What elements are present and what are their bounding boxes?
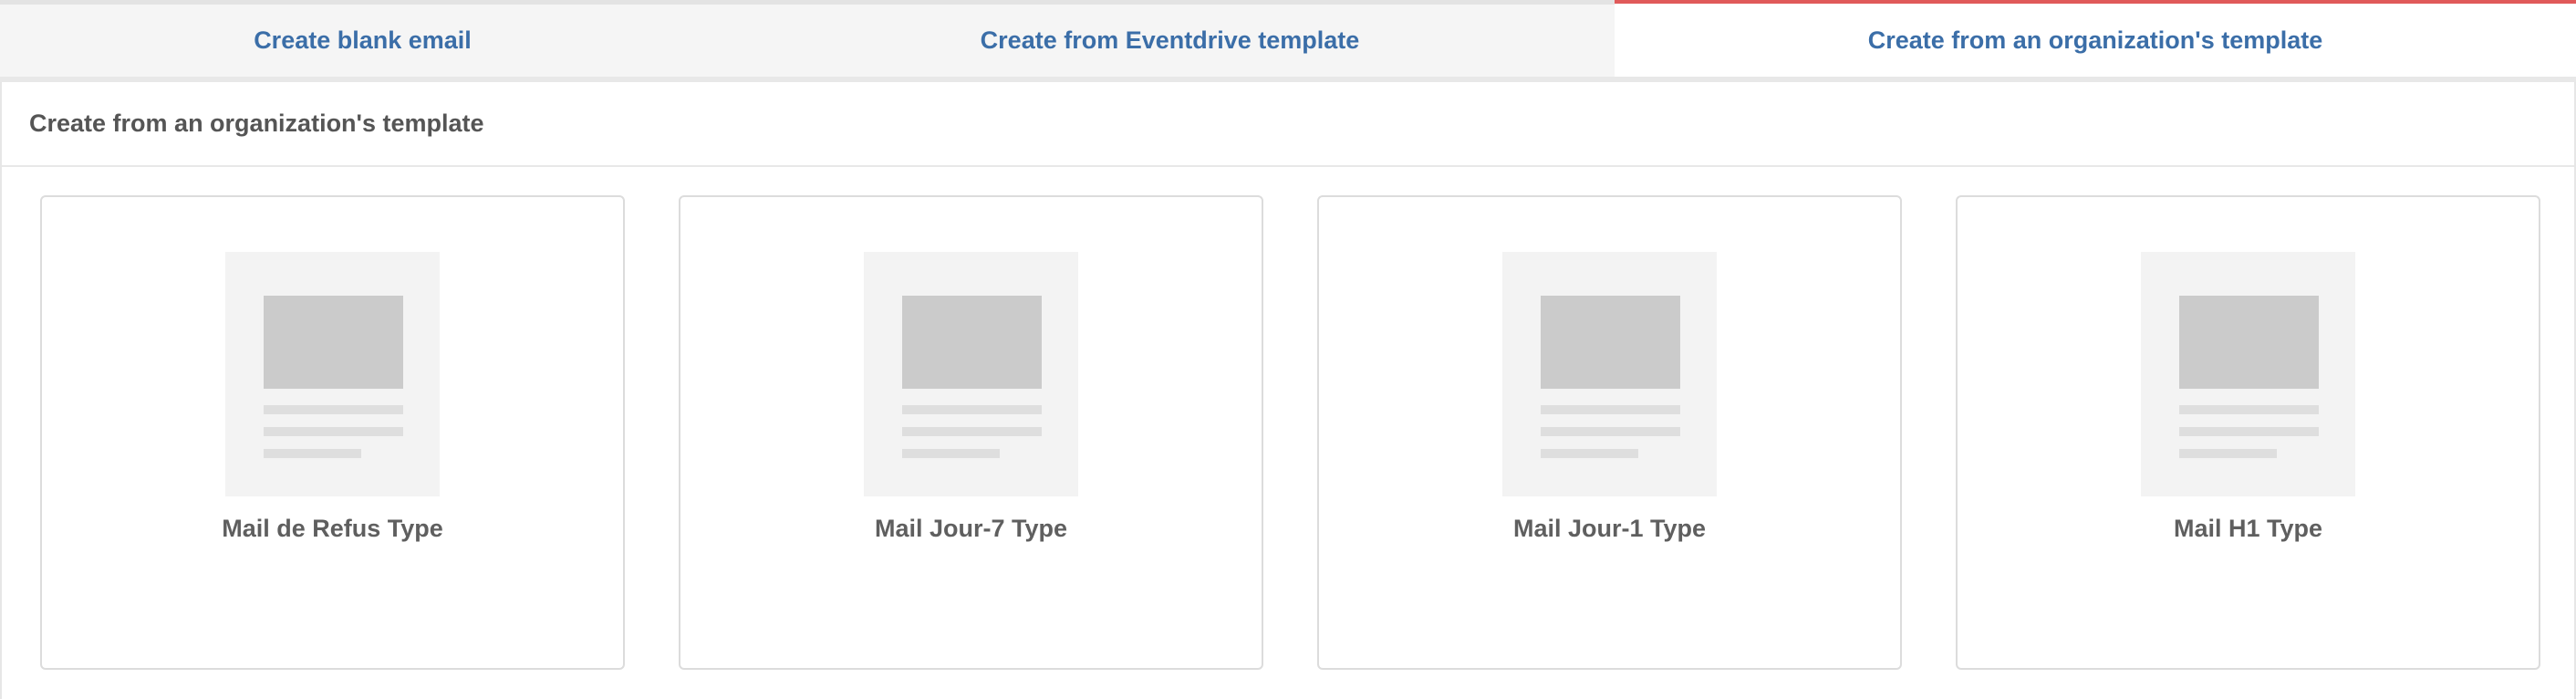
thumbnail-text-line [264,405,403,414]
tab-create-from-organization-template[interactable]: Create from an organization's template [1615,0,2576,77]
thumbnail-text-line [1541,405,1680,414]
tab-create-blank-email[interactable]: Create blank email [0,5,725,77]
template-card[interactable]: Mail de Refus Type [40,195,625,670]
thumbnail-text-line [902,427,1042,436]
template-name: Mail Jour-7 Type [874,515,1068,542]
email-template-thumbnail-icon [2141,252,2355,496]
email-template-thumbnail-icon [864,252,1078,496]
thumbnail-image-placeholder [2179,296,2319,389]
template-card[interactable]: Mail Jour-1 Type [1317,195,1902,670]
template-card[interactable]: Mail Jour-7 Type [679,195,1263,670]
template-card[interactable]: Mail H1 Type [1956,195,2540,670]
template-name: Mail de Refus Type [222,515,443,542]
thumbnail-text-line [1541,427,1680,436]
tab-bar: Create blank email Create from Eventdriv… [0,0,2576,82]
template-name: Mail H1 Type [2173,515,2323,542]
thumbnail-text-line [264,427,403,436]
thumbnail-text-line [1541,449,1638,458]
thumbnail-image-placeholder [1541,296,1680,389]
thumbnail-image-placeholder [902,296,1042,389]
panel-title: Create from an organization's template [2,82,2574,167]
thumbnail-text-line [264,449,361,458]
tab-create-from-eventdrive-template[interactable]: Create from Eventdrive template [725,5,1615,77]
template-name: Mail Jour-1 Type [1512,515,1707,542]
thumbnail-image-placeholder [264,296,403,389]
email-template-thumbnail-icon [1502,252,1717,496]
email-template-thumbnail-icon [225,252,440,496]
thumbnail-text-line [902,449,1000,458]
thumbnail-text-line [902,405,1042,414]
template-panel: Create from an organization's template M… [0,82,2576,699]
thumbnail-text-line [2179,427,2319,436]
thumbnail-text-line [2179,405,2319,414]
thumbnail-text-line [2179,449,2277,458]
